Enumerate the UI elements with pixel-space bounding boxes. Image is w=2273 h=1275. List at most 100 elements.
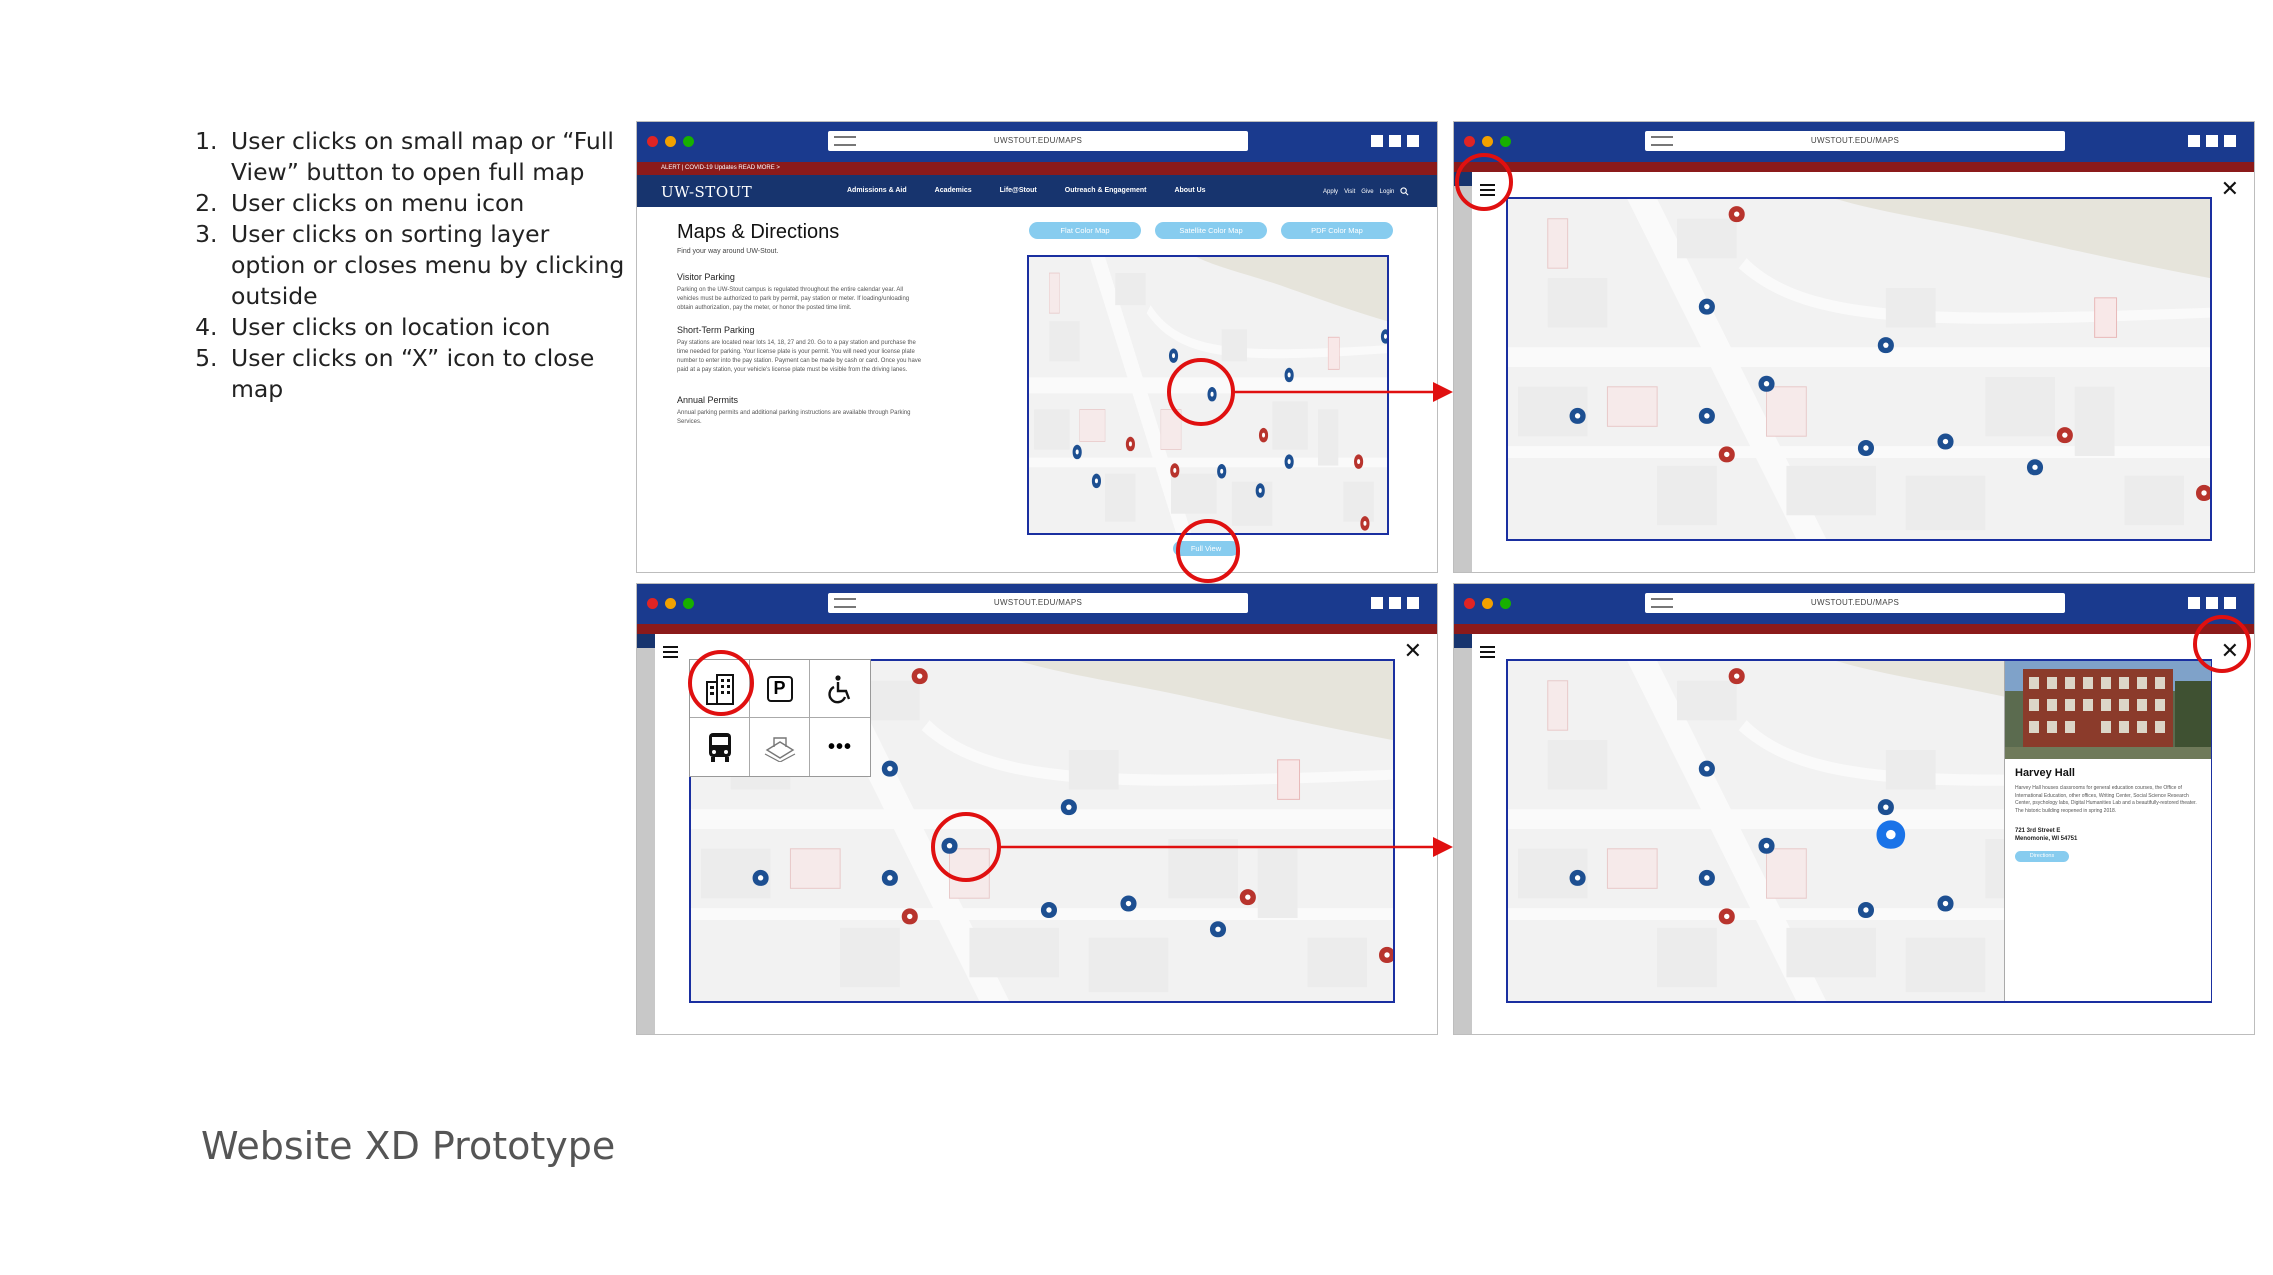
- close-icon[interactable]: ✕: [2221, 178, 2239, 200]
- close-window-dot[interactable]: [1464, 136, 1475, 147]
- full-campus-map[interactable]: [1506, 197, 2212, 541]
- nav-link[interactable]: Admissions & Aid: [847, 187, 907, 194]
- section-heading: Annual Permits: [677, 395, 739, 405]
- maximize-window-dot[interactable]: [1500, 598, 1511, 609]
- nav-link[interactable]: Outreach & Engagement: [1065, 187, 1147, 194]
- layer-accessible[interactable]: [810, 660, 870, 718]
- window-button[interactable]: [1407, 597, 1419, 609]
- pin-center: [1883, 342, 1889, 348]
- maximize-window-dot[interactable]: [683, 136, 694, 147]
- pin-center: [1863, 907, 1869, 913]
- frame-maps-page: UWSTOUT.EDU/MAPS ALERT | COVID-19 Update…: [636, 121, 1438, 573]
- pin-center: [1704, 413, 1710, 419]
- pin-center: [1574, 875, 1581, 881]
- more-icon[interactable]: •••: [810, 718, 870, 776]
- browser-chrome: UWSTOUT.EDU/MAPS: [1454, 122, 2254, 162]
- close-window-dot[interactable]: [647, 598, 658, 609]
- bus-icon: [708, 733, 731, 762]
- window-button[interactable]: [2188, 135, 2200, 147]
- location-address: 721 3rd Street E Menomonie, WI 54751: [2015, 827, 2077, 843]
- nav-link[interactable]: Give: [1361, 189, 1373, 195]
- window-button[interactable]: [2188, 597, 2200, 609]
- close-window-dot[interactable]: [647, 136, 658, 147]
- site-logo[interactable]: UW-STOUT: [661, 183, 752, 201]
- minimize-window-dot[interactable]: [1482, 598, 1493, 609]
- layer-landmarks[interactable]: [750, 718, 810, 776]
- address-bar[interactable]: UWSTOUT.EDU/MAPS: [828, 593, 1248, 613]
- nav-link[interactable]: Apply: [1323, 189, 1338, 195]
- address-bar[interactable]: UWSTOUT.EDU/MAPS: [1645, 131, 2065, 151]
- nav-link[interactable]: About Us: [1174, 187, 1205, 194]
- maximize-window-dot[interactable]: [1500, 136, 1511, 147]
- step-3: User clicks on sorting layer option or c…: [225, 219, 625, 312]
- address-line: Menomonie, WI 54751: [2015, 836, 2078, 842]
- close-window-dot[interactable]: [1464, 598, 1475, 609]
- window-button[interactable]: [2206, 597, 2218, 609]
- pin-center: [1942, 900, 1949, 907]
- alert-bar[interactable]: ALERT | COVID-19 Updates READ MORE >: [637, 162, 1437, 175]
- pin-center: [887, 875, 893, 881]
- nav-link[interactable]: Academics: [935, 187, 972, 194]
- pin-center: [2201, 490, 2207, 496]
- pin-center: [1215, 926, 1221, 932]
- window-button[interactable]: [2224, 597, 2236, 609]
- step-5: User clicks on “X” icon to close map: [225, 343, 625, 405]
- layer-parking[interactable]: P: [750, 660, 810, 718]
- menu-icon[interactable]: [1480, 184, 1495, 196]
- search-icon[interactable]: [1400, 187, 1409, 196]
- maximize-window-dot[interactable]: [683, 598, 694, 609]
- slide-caption: Website XD Prototype: [201, 1124, 616, 1168]
- frame-location-details: UWSTOUT.EDU/MAPS ✕ Harvey Hall Harvey Ha…: [1453, 583, 2255, 1035]
- address-line: 721 3rd Street E: [2015, 828, 2061, 834]
- layer-bus[interactable]: [690, 718, 750, 776]
- pin-center: [1210, 391, 1214, 397]
- menu-icon[interactable]: [1480, 646, 1495, 658]
- close-icon[interactable]: ✕: [2221, 640, 2239, 662]
- pin-center: [887, 765, 893, 772]
- full-view-button[interactable]: Full View: [1173, 541, 1239, 556]
- step-1: User clicks on small map or “Full View” …: [225, 126, 625, 188]
- window-button[interactable]: [1407, 135, 1419, 147]
- pin-center: [1262, 432, 1266, 438]
- flat-color-map-button[interactable]: Flat Color Map: [1029, 222, 1141, 239]
- pin-center: [1094, 478, 1098, 484]
- pin-center: [1066, 804, 1072, 810]
- minimize-window-dot[interactable]: [665, 598, 676, 609]
- layer-buildings[interactable]: [690, 660, 750, 718]
- nav-link[interactable]: Login: [1380, 189, 1395, 195]
- step-2: User clicks on menu icon: [225, 188, 625, 219]
- alert-bar: [1454, 624, 2254, 634]
- pin-center: [2062, 432, 2068, 438]
- minimize-window-dot[interactable]: [665, 136, 676, 147]
- pin-center: [907, 913, 913, 920]
- address-bar[interactable]: UWSTOUT.EDU/MAPS: [828, 131, 1248, 151]
- directions-button[interactable]: Directions: [2015, 851, 2069, 862]
- pin-center: [1258, 488, 1262, 493]
- satellite-color-map-button[interactable]: Satellite Color Map: [1155, 222, 1267, 239]
- minimize-window-dot[interactable]: [1482, 136, 1493, 147]
- parking-icon: P: [766, 675, 793, 702]
- close-icon[interactable]: ✕: [1404, 640, 1422, 662]
- window-button[interactable]: [1389, 597, 1401, 609]
- pin-center: [1763, 843, 1770, 849]
- harvey-hall-photo: [2005, 661, 2211, 759]
- pin-center: [1075, 449, 1079, 455]
- nav-link[interactable]: Visit: [1344, 189, 1355, 195]
- address-bar[interactable]: UWSTOUT.EDU/MAPS: [1645, 593, 2065, 613]
- pin-center: [1220, 468, 1224, 474]
- page-title: Maps & Directions: [677, 221, 840, 243]
- alert-bar: [1454, 162, 2254, 172]
- window-button[interactable]: [2224, 135, 2236, 147]
- browser-chrome: UWSTOUT.EDU/MAPS: [637, 584, 1437, 624]
- layer-menu: P •••: [689, 659, 871, 777]
- window-button[interactable]: [1371, 135, 1383, 147]
- window-button[interactable]: [1371, 597, 1383, 609]
- section-text: Annual parking permits and additional pa…: [677, 410, 911, 425]
- window-button[interactable]: [1389, 135, 1401, 147]
- nav-link[interactable]: Life@Stout: [1000, 187, 1037, 194]
- pdf-color-map-button[interactable]: PDF Color Map: [1281, 222, 1393, 239]
- pin-center: [1886, 829, 1896, 840]
- window-button[interactable]: [2206, 135, 2218, 147]
- menu-icon[interactable]: [663, 646, 678, 658]
- small-campus-map[interactable]: [1027, 255, 1389, 535]
